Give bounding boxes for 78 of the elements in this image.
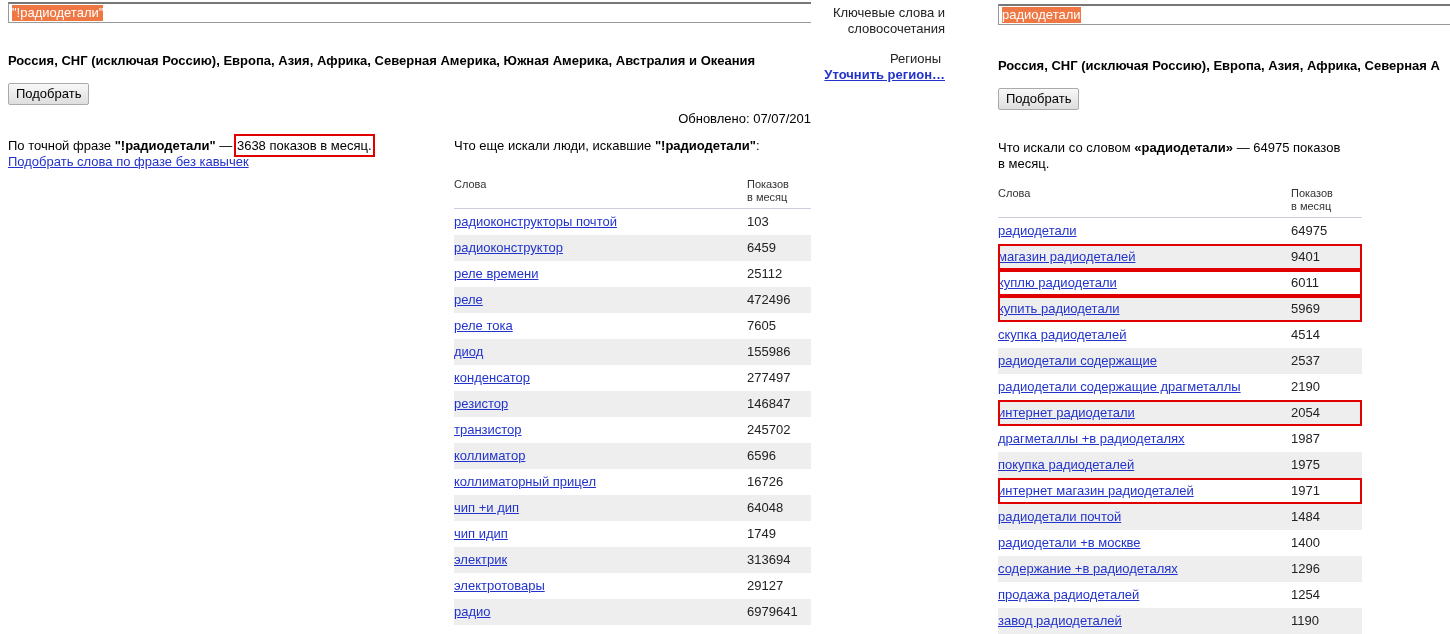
keyword-link[interactable]: завод радиодеталей [998, 611, 1122, 631]
keyword-link[interactable]: содержание +в радиодеталях [998, 559, 1178, 579]
impressions-count: 1484 [1291, 508, 1320, 527]
impressions-count: 7605 [747, 317, 776, 336]
impressions-count: 6979641 [747, 603, 798, 622]
column-header: Слова [454, 178, 488, 191]
keyword-link[interactable]: радиоконструктор [454, 238, 563, 258]
impressions-count: 29127 [747, 577, 784, 596]
keyword-link[interactable]: реле [454, 290, 483, 310]
impressions-count: 1987 [1291, 430, 1320, 449]
impressions-count: 2190 [1291, 378, 1320, 397]
keyword-link[interactable]: продажа радиодеталей [998, 585, 1140, 605]
phrase-summary: По точной фразе "!радиодетали" — [8, 138, 233, 153]
pick-button[interactable]: Подобрать [998, 88, 1080, 110]
related-searches-title: Что еще искали люди, искавшие "!радиодетали": [454, 138, 761, 154]
keyword-link[interactable]: реле времени [454, 264, 539, 284]
impressions-count: 16726 [747, 473, 784, 492]
impressions-count: 472496 [747, 291, 791, 310]
impressions-count: 9401 [1291, 248, 1320, 267]
keyword-link[interactable]: чип идип [454, 524, 508, 544]
keyword-link[interactable]: радиодетали содержащие драгметаллы [998, 377, 1241, 397]
impressions-count: 1400 [1291, 534, 1320, 553]
impressions-count: 64048 [747, 499, 784, 518]
impressions-count: 4514 [1291, 326, 1320, 345]
impressions-count: 1975 [1291, 456, 1320, 475]
keyword-link[interactable]: радиодетали почтой [998, 507, 1122, 527]
regions-text: Россия, СНГ (исключая Россию), Европа, Азия, Африка, Северная Америка, Южная Америка, Австралия и Океания [8, 53, 757, 69]
keyword-link[interactable]: интернет радиодетали [998, 403, 1135, 423]
keyword-summary: Что искали со словом «радиодетали» — 64975 показов в месяц. [998, 140, 1342, 172]
impressions-count: 103 [747, 213, 769, 232]
impressions-count: 1971 [1291, 482, 1320, 501]
keywords-label: Ключевые слова и словосочетания [831, 5, 945, 37]
keyword-link[interactable]: радиодетали содержащие [998, 351, 1157, 371]
impressions-count: 1749 [747, 525, 776, 544]
impressions-total: 3638 показов в месяц. [235, 136, 373, 155]
impressions-count: 5969 [1291, 300, 1320, 319]
keyword-link[interactable]: радио [454, 602, 491, 622]
keyword-link[interactable]: радиодетали +в москве [998, 533, 1141, 553]
keyword-link[interactable]: радиоконструкторы почтой [454, 212, 617, 232]
regions-label: Регионы [889, 51, 941, 67]
impressions-count: 277497 [747, 369, 791, 388]
column-header: Показов в месяц [1291, 187, 1334, 213]
keyword-link[interactable]: драгметаллы +в радиодеталях [998, 429, 1185, 449]
impressions-count: 155986 [747, 343, 791, 362]
keyword-link[interactable]: интернет магазин радиодеталей [998, 481, 1194, 501]
impressions-count: 1190 [1291, 612, 1319, 631]
keyword-link[interactable]: электрик [454, 550, 508, 570]
impressions-count: 6596 [747, 447, 776, 466]
regions-text: Россия, СНГ (исключая Россию), Европа, Азия, Африка, Северная А [998, 58, 1441, 74]
refine-region-link[interactable]: Уточнить регион… [824, 67, 945, 83]
impressions-count: 6459 [747, 239, 776, 258]
impressions-count: 25112 [747, 265, 783, 284]
pick-button[interactable]: Подобрать [8, 83, 90, 105]
keyword-link[interactable]: коллиматорный прицел [454, 472, 596, 492]
keyword-link[interactable]: покупка радиодеталей [998, 455, 1135, 475]
keyword-link[interactable]: скупка радиодеталей [998, 325, 1127, 345]
keyword-link[interactable]: транзистор [454, 420, 522, 440]
keyword-link[interactable]: радиодетали [998, 221, 1077, 241]
impressions-count: 1296 [1291, 560, 1320, 579]
updated-date: Обновлено: 07/07/201 [678, 111, 811, 127]
impressions-count: 1254 [1291, 586, 1320, 605]
impressions-count: 2054 [1291, 404, 1320, 423]
impressions-count: 245702 [747, 421, 791, 440]
keyword-link[interactable]: диод [454, 342, 484, 362]
keyword-link[interactable]: реле тока [454, 316, 513, 336]
impressions-count: 6011 [1291, 274, 1319, 293]
impressions-count: 64975 [1291, 222, 1328, 241]
impressions-count: 2537 [1291, 352, 1320, 371]
column-header: Показов в месяц [747, 178, 790, 204]
keyword-link[interactable]: электротовары [454, 576, 545, 596]
keyword-link[interactable]: резистор [454, 394, 509, 414]
keyword-link[interactable]: конденсатор [454, 368, 530, 388]
keyword-link[interactable]: чип +и дип [454, 498, 520, 518]
column-header: Слова [998, 187, 1032, 200]
impressions-count: 313694 [747, 551, 791, 570]
impressions-count: 146847 [747, 395, 791, 414]
pick-without-quotes-link[interactable]: Подобрать слова по фразе без кавычек [8, 154, 249, 170]
keyword-link[interactable]: коллиматор [454, 446, 526, 466]
